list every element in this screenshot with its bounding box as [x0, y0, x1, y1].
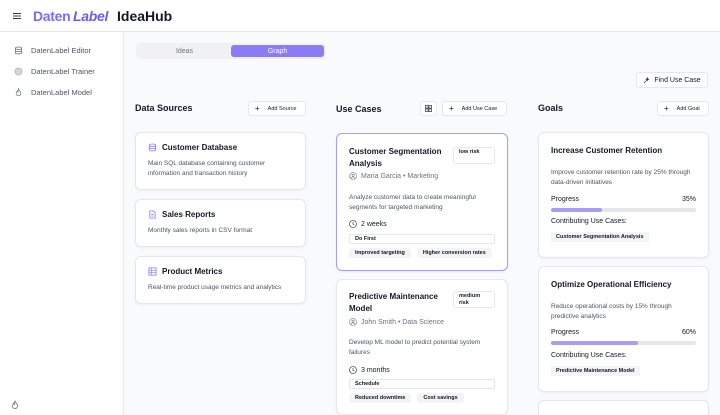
goal-card[interactable] [538, 400, 709, 415]
data-source-card[interactable]: Sales Reports Monthly sales reports in C… [135, 199, 306, 247]
goals-title: Goals [538, 103, 564, 113]
add-source-label: Add Source [267, 105, 297, 112]
clock-icon [349, 220, 357, 228]
use-case-title: Predictive Maintenance Model [349, 292, 438, 313]
use-case-duration: 3 months [349, 366, 390, 374]
benefits-list: Improved targeting Higher conversion rat… [349, 248, 492, 258]
plus-icon: + [255, 103, 260, 113]
clock-icon [349, 366, 357, 374]
sidebar-item-label: DatenLabel Model [31, 87, 92, 97]
data-source-description: Main SQL database containing customer in… [148, 160, 266, 178]
use-case-card[interactable]: Predictive Maintenance Model medium risk… [336, 279, 508, 415]
data-source-header: Sales Reports [148, 210, 215, 219]
app-title: IdeaHub [117, 7, 173, 24]
progress-fill [551, 208, 602, 212]
plus-icon: + [449, 103, 454, 113]
progress-bar [551, 341, 696, 345]
use-case-owner: Maria Garcia • Marketing [349, 172, 438, 180]
find-use-case-button[interactable]: Find Use Case [636, 72, 708, 88]
file-icon [148, 210, 157, 219]
data-sources-title: Data Sources [135, 103, 193, 113]
contributing-use-case: Customer Segmentation Analysis [551, 232, 649, 242]
tab-graph[interactable]: Graph [231, 45, 324, 57]
view-tabs: Ideas Graph [136, 43, 326, 59]
goal-title: Optimize Operational Efficiency [551, 280, 672, 289]
goal-description: Improve customer retention rate by 25% t… [551, 169, 691, 187]
risk-badge: low risk [453, 147, 495, 164]
sidebar-item-trainer[interactable]: DatenLabel Trainer [14, 64, 95, 78]
goal-description: Reduce operational costs by 15% through … [551, 303, 672, 321]
add-goal-label: Add Goal [676, 105, 700, 112]
table-icon [148, 267, 157, 276]
contributing-label: Contributing Use Cases: [551, 218, 627, 225]
data-source-name: Sales Reports [162, 210, 216, 219]
contributing-label: Contributing Use Cases: [551, 352, 627, 359]
risk-badge: medium risk [453, 291, 495, 308]
priority-stage: Schedule [349, 379, 495, 389]
use-cases-title: Use Cases [336, 104, 382, 114]
data-source-card[interactable]: Product Metrics Real-time product usage … [135, 256, 306, 304]
contributing-use-case: Predictive Maintenance Model [551, 366, 640, 376]
benefit-chip: Higher conversion rates [416, 248, 492, 258]
use-case-description: Analyze customer data to create meaningf… [349, 194, 476, 212]
user-icon [349, 318, 357, 326]
progress-label: Progress [551, 329, 580, 336]
grid-icon [425, 105, 432, 112]
flame-icon[interactable] [10, 397, 20, 409]
progress-bar [551, 208, 696, 212]
user-icon [349, 172, 357, 180]
add-source-button[interactable]: + Add Source [248, 101, 306, 116]
add-use-case-button[interactable]: + Add Use Case [442, 101, 507, 116]
benefits-list: Reduced downtime Cost savings [349, 393, 464, 403]
sparkle-icon [644, 76, 650, 83]
flame-icon [14, 87, 23, 97]
owner-text: Maria Garcia • Marketing [361, 172, 439, 180]
add-use-case-label: Add Use Case [461, 105, 498, 112]
duration-text: 3 months [361, 366, 390, 374]
progress-label: Progress [551, 196, 580, 203]
benefit-chip: Cost savings [417, 393, 464, 403]
circle-icon [14, 67, 23, 76]
sidebar-item-editor[interactable]: DatenLabel Editor [14, 43, 91, 57]
add-goal-button[interactable]: + Add Goal [657, 101, 709, 116]
data-source-header: Customer Database [148, 143, 237, 152]
tab-ideas[interactable]: Ideas [138, 45, 231, 57]
menu-icon[interactable] [6, 5, 28, 27]
goal-card[interactable]: Increase Customer Retention Improve cust… [538, 132, 709, 258]
grid-view-button[interactable] [420, 101, 437, 116]
use-case-title: Customer Segmentation Analysis [349, 147, 442, 168]
data-source-header: Product Metrics [148, 267, 222, 276]
data-source-name: Product Metrics [162, 267, 223, 276]
priority-stage: Do First [349, 234, 495, 244]
sidebar-item-model[interactable]: DatenLabel Model [14, 85, 92, 99]
goal-title: Increase Customer Retention [551, 146, 663, 155]
progress-fill [551, 341, 638, 345]
progress-value: 35% [681, 196, 696, 203]
data-source-card[interactable]: Customer Database Main SQL database cont… [135, 132, 306, 190]
top-bar: Daten Label IdeaHub [0, 0, 720, 32]
benefit-chip: Improved targeting [349, 248, 411, 258]
data-source-name: Customer Database [162, 143, 238, 152]
database-icon [148, 143, 157, 152]
sidebar: DatenLabel Editor DatenLabel Trainer Dat… [0, 32, 124, 415]
find-use-case-label: Find Use Case [654, 76, 701, 84]
use-case-card[interactable]: Customer Segmentation Analysis low risk … [336, 133, 508, 271]
logo[interactable]: Daten Label [33, 9, 109, 23]
duration-text: 2 weeks [361, 220, 387, 228]
benefit-chip: Reduced downtime [349, 393, 412, 403]
use-case-duration: 2 weeks [349, 220, 387, 228]
svg-text:Label: Label [73, 9, 109, 23]
svg-text:Daten: Daten [33, 9, 70, 23]
database-icon [14, 46, 23, 55]
use-case-owner: John Smith • Data Science [349, 318, 444, 326]
use-case-description: Develop ML model to predict potential sy… [349, 339, 481, 357]
plus-icon: + [664, 103, 669, 113]
owner-text: John Smith • Data Science [361, 318, 444, 326]
data-source-description: Monthly sales reports in CSV format [148, 227, 253, 234]
sidebar-item-label: DatenLabel Editor [31, 45, 92, 55]
goal-card[interactable]: Optimize Operational Efficiency Reduce o… [538, 266, 709, 392]
data-source-description: Real-time product usage metrics and anal… [148, 284, 282, 291]
progress-value: 60% [681, 329, 696, 336]
sidebar-item-label: DatenLabel Trainer [31, 66, 95, 76]
